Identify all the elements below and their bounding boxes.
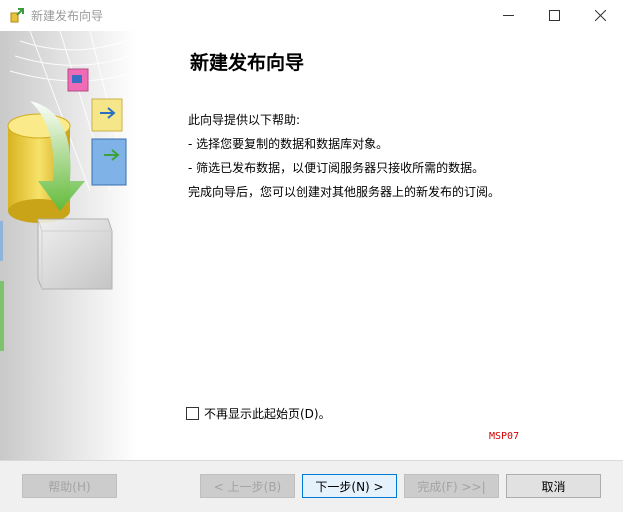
wizard-content: 新建发布向导 此向导提供以下帮助: - 选择您要复制的数据和数据库对象。 - 筛…	[137, 31, 623, 460]
completion-note: 完成向导后，您可以创建对其他服务器上的新发布的订阅。	[188, 185, 501, 199]
back-button[interactable]: < 上一步(B)	[200, 474, 295, 498]
wizard-app-icon	[10, 8, 24, 23]
page-title: 新建发布向导	[190, 52, 305, 74]
dont-show-again-label[interactable]: 不再显示此起始页(D)。	[204, 405, 331, 422]
cancel-button[interactable]: 取消	[506, 474, 601, 498]
server-name: MSP07	[489, 431, 520, 442]
next-button[interactable]: 下一步(N) >	[302, 474, 397, 498]
finish-button[interactable]: 完成(F) >>|	[404, 474, 499, 498]
intro-line: 此向导提供以下帮助:	[188, 113, 301, 127]
help-item-filter-data: - 筛选已发布数据，以便订阅服务器只接收所需的数据。	[188, 161, 485, 175]
title-bar: 新建发布向导	[0, 0, 623, 32]
dont-show-again-option[interactable]: 不再显示此起始页(D)。	[186, 405, 331, 422]
wizard-side-graphic	[0, 31, 137, 460]
minimize-icon	[502, 15, 514, 16]
help-button[interactable]: 帮助(H)	[22, 474, 117, 498]
dont-show-again-checkbox[interactable]	[186, 407, 199, 420]
wizard-footer: 帮助(H) < 上一步(B) 下一步(N) > 完成(F) >>| 取消	[0, 460, 623, 512]
close-icon	[594, 10, 606, 21]
minimize-button[interactable]	[485, 0, 531, 31]
close-button[interactable]	[577, 0, 623, 31]
wizard-illustration	[0, 31, 137, 460]
maximize-button[interactable]	[531, 0, 577, 31]
window-title: 新建发布向导	[31, 9, 104, 23]
help-item-select-data: - 选择您要复制的数据和数据库对象。	[188, 137, 389, 151]
maximize-icon	[548, 10, 560, 21]
